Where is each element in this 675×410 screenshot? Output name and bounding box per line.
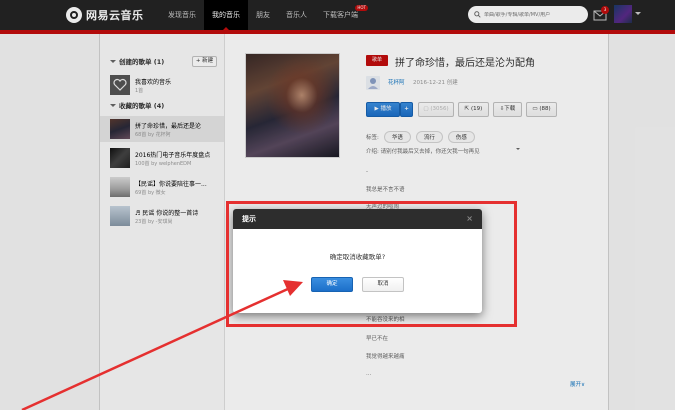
annotation-highlight-box: [226, 201, 517, 327]
